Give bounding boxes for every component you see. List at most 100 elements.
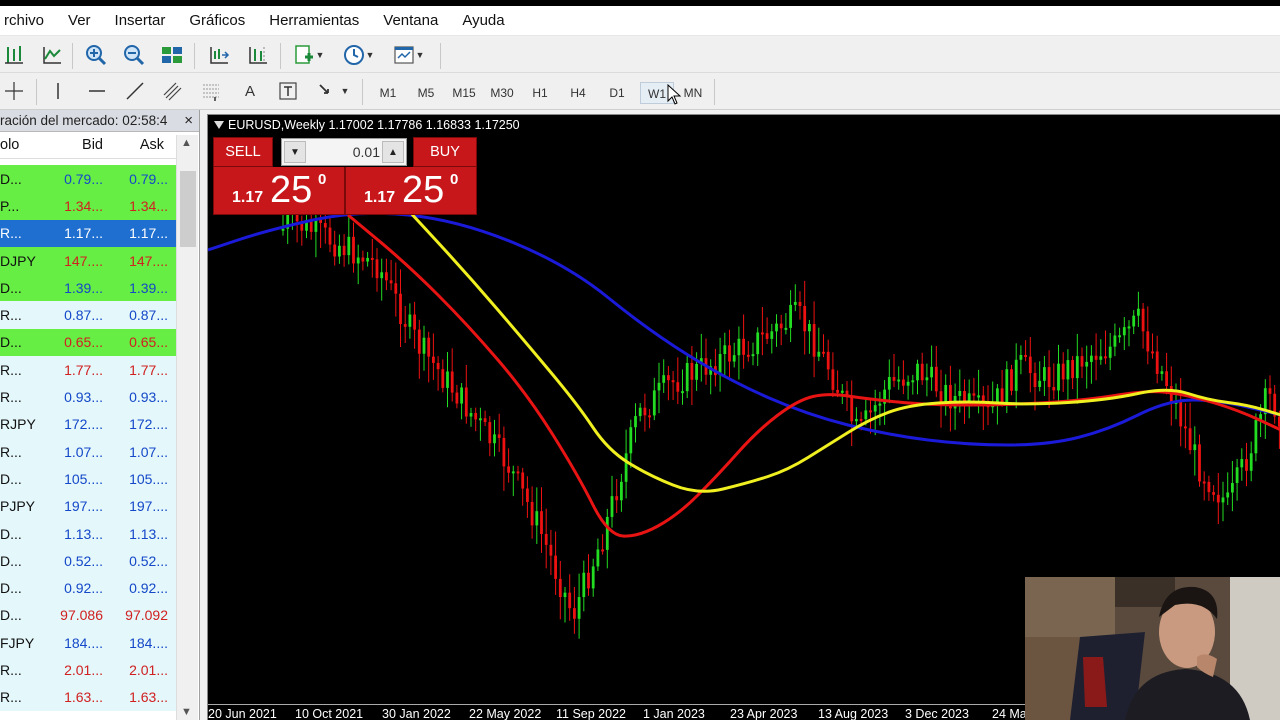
- line-chart-icon[interactable]: [38, 41, 66, 69]
- market-watch-scrollbar[interactable]: ▲ ▼: [176, 135, 198, 720]
- timeframe-h4[interactable]: H4: [561, 82, 595, 104]
- timeframe-m30[interactable]: M30: [485, 82, 519, 104]
- market-watch-row[interactable]: D... 1.39... 1.39...: [0, 274, 176, 302]
- autoscroll-icon[interactable]: [244, 41, 272, 69]
- market-watch-row[interactable]: FJPY 184.... 184....: [0, 629, 176, 657]
- candle-body: [690, 362, 694, 380]
- close-icon[interactable]: ×: [184, 112, 193, 129]
- buy-button[interactable]: BUY: [413, 137, 477, 167]
- market-watch-row[interactable]: D... 1.13... 1.13...: [0, 519, 176, 548]
- row-ask: 1.39...: [129, 279, 168, 296]
- market-watch-row[interactable]: PJPY 197.... 197....: [0, 492, 176, 520]
- x-tick-label: 3 Dec 2023: [905, 707, 969, 720]
- menu-insert[interactable]: Insertar: [103, 12, 178, 29]
- menu-view[interactable]: Ver: [56, 12, 103, 29]
- market-watch-title: ración del mercado: 02:58:4: [0, 113, 168, 128]
- column-symbol[interactable]: olo: [0, 137, 48, 153]
- text-tool-icon[interactable]: A: [236, 77, 264, 105]
- candle-body: [479, 418, 482, 421]
- chart-menu-icon[interactable]: [214, 121, 224, 129]
- sell-price-button[interactable]: 1.17 25 0: [213, 167, 345, 215]
- webcam-overlay: [1025, 577, 1280, 720]
- chart-shift-icon[interactable]: [205, 41, 233, 69]
- market-watch-row[interactable]: D... 0.92... 0.92...: [0, 574, 176, 602]
- timeframe-m1[interactable]: M1: [371, 82, 405, 104]
- row-ask: 1.63...: [129, 689, 168, 706]
- horizontal-line-icon[interactable]: [83, 77, 111, 105]
- market-watch-row[interactable]: R... 1.63... 1.63...: [0, 683, 176, 711]
- candle-body: [549, 544, 553, 556]
- chevron-down-icon[interactable]: ▼: [413, 41, 427, 69]
- candle-body: [361, 257, 365, 262]
- crosshair-icon[interactable]: [0, 77, 28, 105]
- candle-body: [1179, 401, 1183, 427]
- market-watch-row[interactable]: R... 2.01... 2.01...: [0, 656, 176, 684]
- menu-window[interactable]: Ventana: [371, 12, 450, 29]
- market-watch-row[interactable]: R... 0.93... 0.93...: [0, 383, 176, 411]
- candle-body: [620, 481, 623, 501]
- row-bid: 0.87...: [64, 307, 103, 324]
- candle-body: [582, 572, 586, 598]
- arrows-icon[interactable]: [312, 77, 340, 105]
- candle-body: [446, 371, 449, 388]
- candle-body: [756, 332, 760, 355]
- bar-chart-icon[interactable]: [0, 41, 28, 69]
- chevron-down-icon[interactable]: ▼: [313, 41, 327, 69]
- scroll-up-icon[interactable]: ▲: [181, 137, 192, 149]
- timeframe-m15[interactable]: M15: [447, 82, 481, 104]
- x-tick-label: 10 Oct 2021: [295, 707, 364, 720]
- vertical-line-icon[interactable]: [44, 77, 72, 105]
- market-watch-row[interactable]: R... 1.17... 1.17...: [0, 219, 176, 247]
- timeframe-d1[interactable]: D1: [600, 82, 634, 104]
- timeframe-h1[interactable]: H1: [523, 82, 557, 104]
- market-watch-row[interactable]: D... 0.52... 0.52...: [0, 547, 176, 575]
- candle-body: [544, 533, 548, 545]
- menu-tools[interactable]: Herramientas: [257, 12, 371, 29]
- market-watch-row[interactable]: D... 105.... 105....: [0, 465, 176, 493]
- equidistant-channel-icon[interactable]: [159, 77, 187, 105]
- candle-body: [676, 382, 680, 392]
- menu-file[interactable]: rchivo: [0, 12, 56, 29]
- chevron-down-icon[interactable]: ▼: [338, 77, 352, 105]
- row-symbol: R...: [0, 661, 22, 678]
- candle-body: [399, 293, 402, 325]
- tile-windows-icon[interactable]: [158, 41, 186, 69]
- candle-body: [1137, 308, 1140, 316]
- x-tick-label: 13 Aug 2023: [818, 707, 889, 720]
- buy-price-button[interactable]: 1.17 25 0: [345, 167, 477, 215]
- candle-body: [1141, 308, 1145, 332]
- lot-decrease-button[interactable]: ▼: [284, 141, 306, 163]
- candle-body: [333, 244, 337, 257]
- market-watch-row[interactable]: P... 1.34... 1.34...: [0, 192, 176, 220]
- fibonacci-icon[interactable]: [197, 77, 225, 105]
- candle-body: [493, 434, 496, 444]
- zoom-out-icon[interactable]: [120, 41, 148, 69]
- candle-body: [1268, 388, 1272, 394]
- market-watch-row[interactable]: R... 0.87... 0.87...: [0, 301, 176, 329]
- market-watch-row[interactable]: D... 0.79... 0.79...: [0, 165, 176, 193]
- column-bid[interactable]: Bid: [48, 137, 106, 153]
- market-watch-row[interactable]: R... 1.77... 1.77...: [0, 356, 176, 384]
- market-watch-row[interactable]: R... 1.07... 1.07...: [0, 437, 176, 466]
- menu-charts[interactable]: Gráficos: [177, 12, 257, 29]
- candle-body: [1216, 494, 1220, 503]
- candle-body: [1052, 387, 1056, 391]
- candle-body: [836, 389, 839, 393]
- sell-button[interactable]: SELL: [213, 137, 273, 167]
- text-label-icon[interactable]: [274, 77, 302, 105]
- column-ask[interactable]: Ask: [106, 137, 172, 153]
- chevron-down-icon[interactable]: ▼: [363, 41, 377, 69]
- scroll-thumb[interactable]: [180, 171, 196, 247]
- lot-increase-button[interactable]: ▲: [382, 141, 404, 163]
- trendline-icon[interactable]: [121, 77, 149, 105]
- lot-size-input[interactable]: ▼ 0.01 ▲: [281, 138, 407, 166]
- menu-help[interactable]: Ayuda: [450, 12, 516, 29]
- zoom-in-icon[interactable]: [82, 41, 110, 69]
- market-watch-row[interactable]: D... 97.086 97.092: [0, 601, 176, 630]
- market-watch-row[interactable]: RJPY 172.... 172....: [0, 410, 176, 438]
- timeframe-m5[interactable]: M5: [409, 82, 443, 104]
- market-watch-row[interactable]: D... 0.65... 0.65...: [0, 328, 176, 357]
- market-watch-row[interactable]: DJPY 147.... 147....: [0, 246, 176, 275]
- lot-value[interactable]: 0.01: [306, 144, 380, 160]
- scroll-down-icon[interactable]: ▼: [181, 706, 192, 718]
